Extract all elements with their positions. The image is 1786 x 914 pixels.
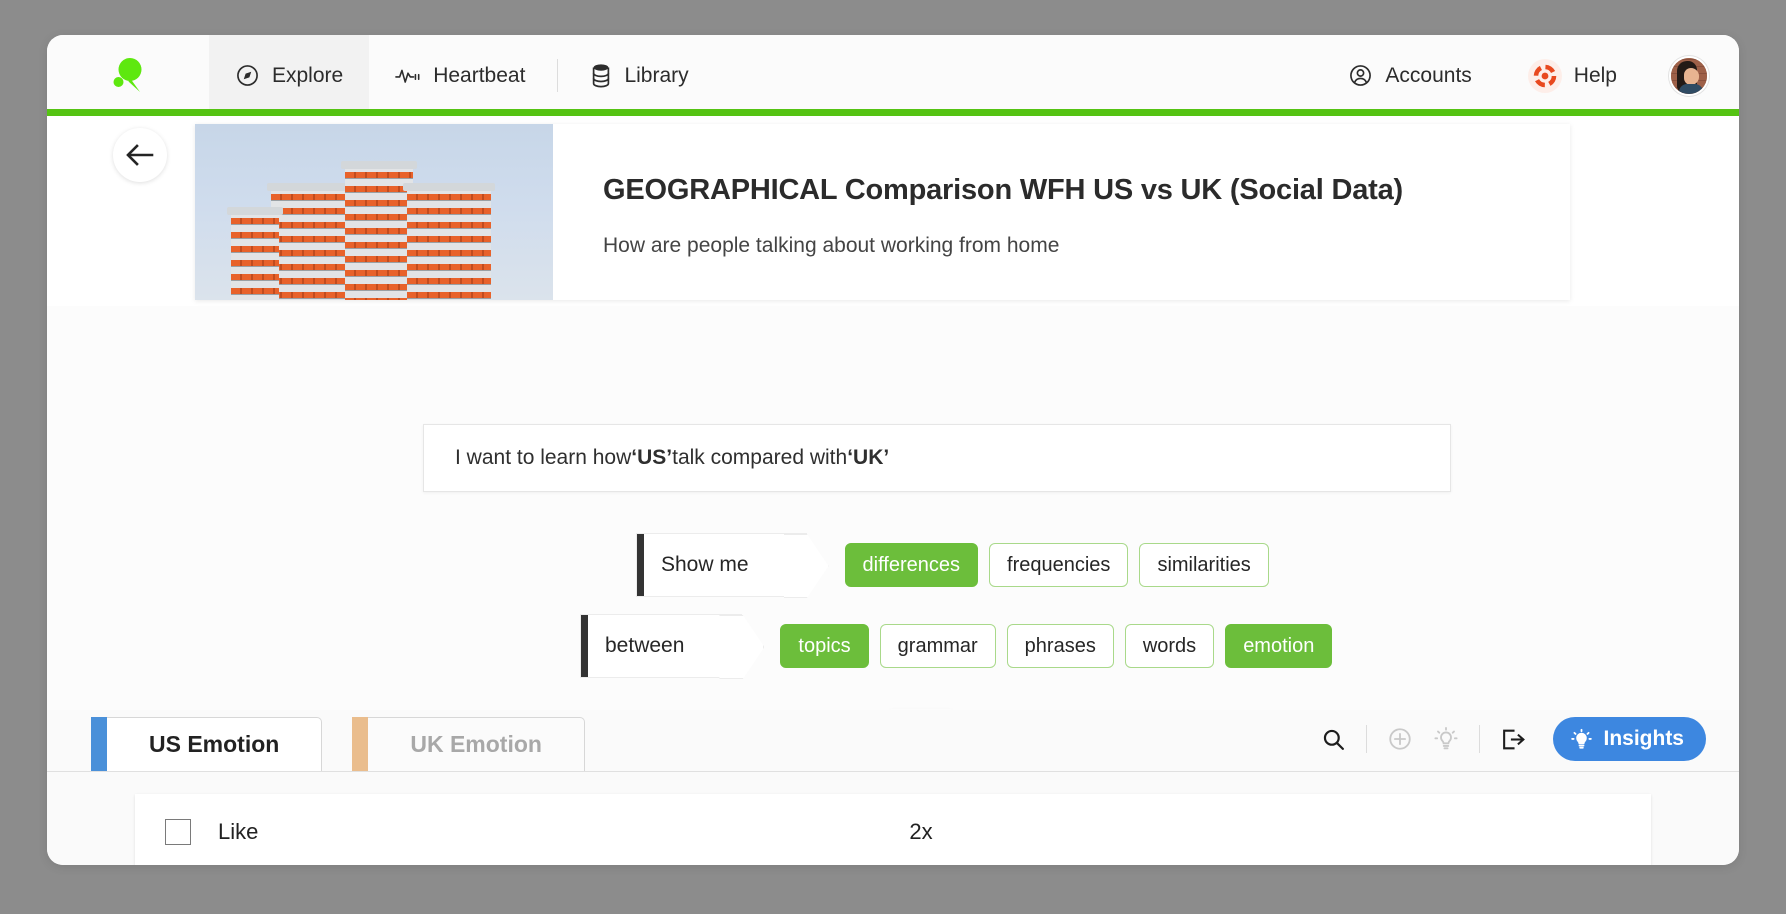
chip-topics[interactable]: topics (780, 624, 869, 668)
arrow-left-icon (126, 144, 154, 166)
query-row-between: between topics grammar phrases words emo… (580, 614, 1333, 678)
tab-us-emotion-color-bar (91, 717, 107, 771)
top-navigation-bar: Explore Heartbeat Library Accounts Help (47, 35, 1739, 116)
between-chip-group: topics grammar phrases words emotion (780, 624, 1333, 668)
nav-item-explore-label: Explore (272, 63, 344, 87)
logo[interactable] (47, 35, 209, 116)
avatar-body (1679, 83, 1703, 94)
query-row-between-label-chevron: between (580, 614, 743, 678)
nav-divider (557, 59, 559, 92)
lightbulb-icon (1571, 728, 1593, 749)
search-icon (1323, 729, 1344, 750)
nav-item-heartbeat[interactable]: Heartbeat (369, 35, 551, 116)
toolbar-divider-2 (1479, 725, 1481, 753)
query-row-show-me-label: Show me (661, 553, 749, 576)
plus-circle-icon (1389, 728, 1412, 750)
avatar-face (1684, 67, 1699, 85)
page-subtitle: How are people talking about working fro… (603, 234, 1060, 257)
nav-item-library-label: Library (624, 63, 689, 87)
nav-item-explore[interactable]: Explore (209, 35, 370, 116)
user-avatar[interactable] (1669, 55, 1709, 96)
tab-uk-emotion[interactable]: UK Emotion (352, 717, 585, 771)
lightbulb-icon (1434, 727, 1459, 750)
query-subject-b: ‘UK’ (847, 446, 890, 469)
insights-button[interactable]: Insights (1553, 717, 1706, 761)
row-value: 2x (909, 818, 933, 844)
table-row[interactable]: Like 2x (135, 794, 1651, 865)
query-subject-a: ‘US’ (631, 446, 673, 469)
show-me-chip-group: differences frequencies similarities (844, 543, 1269, 587)
relative-insight-logo-icon (113, 57, 142, 92)
chip-similarities[interactable]: similarities (1139, 543, 1269, 587)
database-icon (593, 64, 610, 88)
chip-frequencies[interactable]: frequencies (989, 543, 1129, 587)
nav-item-library[interactable]: Library (564, 35, 714, 116)
row-label: Like (218, 818, 259, 844)
toolbar-divider-1 (1366, 725, 1368, 753)
results-list: Like 2x Happiness 1.3x (47, 772, 1739, 865)
query-sentence[interactable]: I want to learn how ‘US’ talk compared w… (423, 424, 1451, 492)
query-middle: talk compared with (672, 446, 848, 469)
lifebuoy-icon (1527, 58, 1562, 93)
row-content: Like 2x (191, 794, 1651, 865)
insights-button-label: Insights (1603, 727, 1684, 750)
export-icon (1503, 729, 1525, 749)
chip-differences[interactable]: differences (844, 543, 979, 587)
tab-uk-emotion-label: UK Emotion (368, 717, 585, 771)
idea-button[interactable] (1424, 717, 1468, 761)
apartment-building-photo (195, 124, 553, 300)
compass-icon (237, 65, 258, 86)
query-row-between-label: between (605, 634, 685, 657)
nav-right-group: Accounts Help (1322, 35, 1739, 116)
nav-item-accounts-label: Accounts (1385, 63, 1472, 87)
back-button[interactable] (113, 128, 167, 182)
search-button[interactable] (1311, 717, 1355, 761)
chip-grammar[interactable]: grammar (879, 624, 996, 668)
heartbeat-icon (395, 69, 420, 83)
query-row-show-me: Show me differences frequencies similari… (636, 533, 1269, 597)
account-circle-icon (1350, 65, 1372, 86)
nav-item-help-label: Help (1573, 63, 1617, 87)
nav-item-heartbeat-label: Heartbeat (433, 63, 526, 87)
report-header-text: GEOGRAPHICAL Comparison WFH US vs UK (So… (553, 124, 1570, 300)
chip-phrases[interactable]: phrases (1006, 624, 1114, 668)
result-tab-strip: US Emotion UK Emotion Insights (47, 710, 1739, 772)
chip-emotion[interactable]: emotion (1225, 624, 1333, 668)
nav-accent-underline (47, 109, 1739, 116)
row-checkbox[interactable] (165, 818, 191, 845)
query-prefix: I want to learn how (455, 446, 632, 469)
add-button[interactable] (1378, 717, 1422, 761)
report-header-card: GEOGRAPHICAL Comparison WFH US vs UK (So… (195, 124, 1570, 300)
tab-us-emotion-label: US Emotion (107, 717, 323, 771)
nav-item-accounts[interactable]: Accounts (1322, 63, 1497, 88)
page-title: GEOGRAPHICAL Comparison WFH US vs UK (So… (603, 174, 1403, 206)
tab-uk-emotion-color-bar (352, 717, 369, 771)
chip-words[interactable]: words (1124, 624, 1215, 668)
export-button[interactable] (1491, 717, 1535, 761)
query-row-show-me-label-chevron: Show me (636, 533, 807, 597)
nav-item-help[interactable]: Help (1502, 58, 1643, 93)
content-area: GEOGRAPHICAL Comparison WFH US vs UK (So… (47, 116, 1739, 865)
report-header-band: GEOGRAPHICAL Comparison WFH US vs UK (So… (47, 116, 1739, 306)
app-window: Explore Heartbeat Library Accounts Help … (47, 35, 1739, 865)
result-toolbar: Insights (1311, 717, 1739, 771)
tab-us-emotion[interactable]: US Emotion (91, 717, 323, 771)
